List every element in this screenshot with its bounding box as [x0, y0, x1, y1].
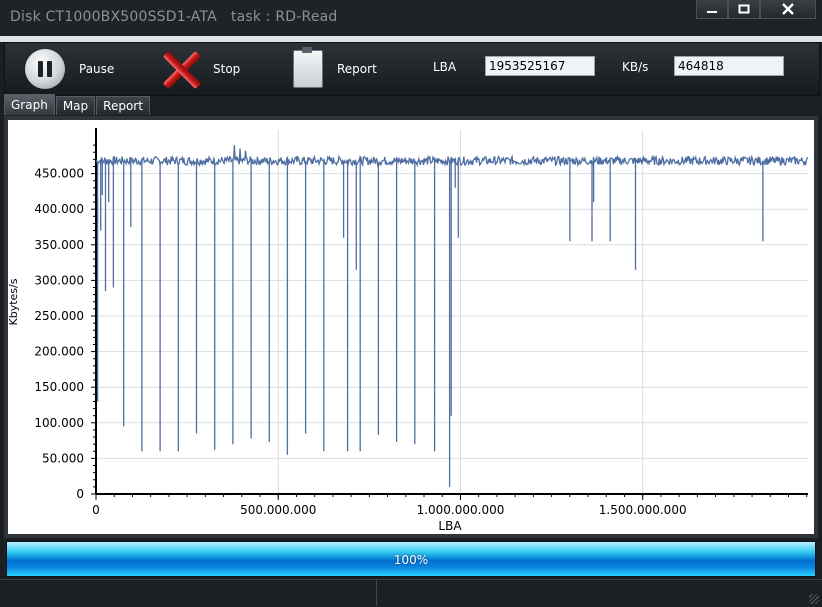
lba-field[interactable]: 1953525167	[485, 56, 595, 76]
stop-button[interactable]: Stop	[161, 43, 240, 95]
status-bar	[0, 579, 822, 607]
window-controls	[696, 0, 816, 19]
pause-button[interactable]: Pause	[25, 43, 114, 95]
x-axis-label: LBA	[438, 519, 462, 533]
tab-map[interactable]: Map	[55, 96, 96, 115]
kbs-label: KB/s	[622, 60, 649, 74]
maximize-icon[interactable]	[728, 0, 760, 19]
speed-chart: 0 50.000 100.000 150.000 200.000 250.000 300.0…	[7, 128, 809, 533]
grid	[96, 130, 808, 494]
toolbar: Pause Stop Report LBA 1953525167 KB/s 46…	[4, 42, 820, 96]
y-tick-label: 250.000	[34, 309, 84, 323]
pause-label: Pause	[79, 62, 115, 76]
y-tick-label: 50.000	[42, 451, 84, 465]
graph-panel: 0 50.000 100.000 150.000 200.000 250.000 300.0…	[4, 116, 818, 538]
x-tick-label: 1.500.000.000	[599, 503, 687, 517]
stop-icon	[161, 49, 201, 89]
graph-area: 0 50.000 100.000 150.000 200.000 250.000 300.0…	[7, 120, 814, 534]
y-tick-label: 200.000	[34, 345, 84, 359]
close-icon[interactable]	[760, 0, 816, 19]
tab-report[interactable]: Report	[96, 96, 150, 115]
title-bar: Disk CT1000BX500SSD1-ATA task : RD-Read	[0, 0, 822, 36]
progress-label: 100%	[393, 553, 429, 567]
y-tick-label: 0	[76, 487, 84, 501]
x-tick-label: 0	[92, 503, 100, 517]
lba-label: LBA	[433, 60, 457, 74]
report-button[interactable]: Report	[293, 43, 377, 95]
status-cell-right	[377, 580, 795, 606]
y-axis-label: Kbytes/s	[8, 278, 20, 325]
maximize-glyph	[738, 4, 750, 14]
resize-grip-icon[interactable]	[809, 594, 819, 604]
progress-bar: 100%	[6, 541, 816, 577]
window-title: Disk CT1000BX500SSD1-ATA task : RD-Read	[10, 9, 338, 25]
report-label: Report	[337, 62, 377, 76]
close-glyph	[782, 3, 794, 15]
y-tick-label: 400.000	[34, 202, 84, 216]
stop-label: Stop	[213, 62, 241, 76]
y-tick-label: 300.000	[34, 273, 84, 287]
minimize-icon[interactable]	[696, 0, 728, 19]
tab-graph[interactable]: Graph	[4, 94, 55, 115]
kbs-field[interactable]: 464818	[674, 56, 784, 76]
view-tabs: Graph Map Report	[4, 94, 151, 116]
status-cell-left	[0, 580, 377, 606]
x-tick-label: 1.000.000.000	[417, 503, 505, 517]
y-tick-label: 350.000	[34, 238, 84, 252]
minimize-glyph	[707, 11, 717, 13]
y-tick-label: 100.000	[34, 416, 84, 430]
pause-icon	[25, 49, 65, 89]
clipboard-icon	[293, 47, 323, 88]
y-tick-label: 450.000	[34, 167, 84, 181]
x-tick-label: 500.000.000	[240, 503, 316, 517]
y-tick-label: 150.000	[34, 380, 84, 394]
